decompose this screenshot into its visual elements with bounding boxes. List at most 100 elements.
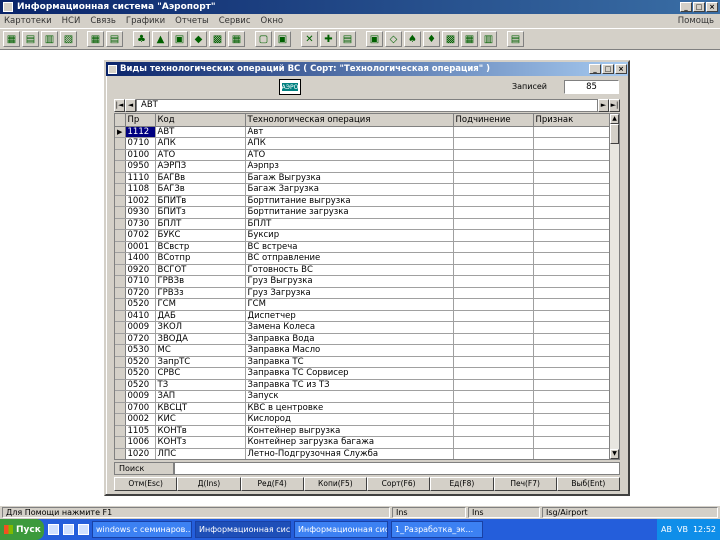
copy-button[interactable]: Копи(F5)	[303, 477, 367, 491]
cell-subordination[interactable]	[453, 310, 534, 322]
tool-1-icon[interactable]: ▦	[3, 31, 20, 47]
table-row[interactable]: 0700ЛИФЛифт	[115, 460, 609, 461]
child-maximize-button[interactable]: □	[602, 64, 614, 74]
cell-pr[interactable]: 1006	[125, 436, 156, 449]
cell-subordination[interactable]	[453, 275, 534, 288]
cell-subordination[interactable]	[453, 195, 534, 207]
cell-flag[interactable]	[533, 218, 610, 230]
cell-code[interactable]: ГРВЗз	[155, 287, 246, 299]
cell-flag[interactable]	[533, 413, 610, 426]
cell-operation[interactable]: Заправка ТС	[245, 356, 454, 368]
start-button[interactable]: Пуск	[0, 519, 44, 540]
cell-flag[interactable]	[533, 172, 610, 184]
tool-3-icon[interactable]: ▥	[41, 31, 58, 47]
menu-item-help[interactable]: Помощь	[678, 16, 714, 26]
cell-subordination[interactable]	[453, 149, 534, 161]
cell-pr[interactable]: 1002	[125, 195, 156, 207]
language-indicator[interactable]: АВ	[661, 525, 672, 534]
cell-pr[interactable]: 0710	[125, 275, 156, 288]
menu-item-reports[interactable]: Отчеты	[175, 16, 209, 26]
cell-operation[interactable]: Заправка ТС из ТЗ	[245, 379, 454, 391]
cell-code[interactable]: БАГВв	[155, 172, 246, 184]
cell-subordination[interactable]	[453, 183, 534, 196]
menu-item-nsi[interactable]: НСИ	[62, 16, 81, 26]
cell-flag[interactable]	[533, 448, 610, 459]
table-row[interactable]: 0920 ВСГОТ Готовность ВС	[115, 264, 610, 276]
table-row[interactable]: 0001 ВСвстр ВС встреча	[115, 241, 610, 253]
cell-flag[interactable]	[533, 137, 610, 150]
cell-subordination[interactable]	[453, 344, 534, 357]
column-header-subordination[interactable]: Подчинение	[453, 114, 534, 127]
table-row[interactable]: 1108 БАГЗв Багаж Загрузка	[115, 183, 610, 196]
cell-subordination[interactable]	[453, 298, 534, 311]
cell-operation[interactable]: Груз Загрузка	[245, 287, 454, 299]
tool-16-icon[interactable]: ✚	[320, 31, 337, 47]
cell-operation[interactable]: Кислород	[245, 413, 454, 426]
cell-operation[interactable]: ВС отправление	[245, 252, 454, 265]
cell-operation[interactable]: Багаж Загрузка	[245, 183, 454, 196]
cell-code[interactable]: ВСГОТ	[155, 264, 246, 276]
cell-pr[interactable]: 0410	[125, 310, 156, 322]
cell-code[interactable]: ВСотпр	[155, 252, 246, 265]
cell-code[interactable]: ДАБ	[155, 310, 246, 322]
cell-operation[interactable]: Замена Колеса	[245, 321, 454, 334]
filter-input[interactable]: АВТ	[136, 99, 598, 112]
cell-subordination[interactable]	[453, 425, 534, 437]
table-row[interactable]: 0730 БПЛТ БПЛТ	[115, 218, 610, 230]
table-row[interactable]: 0930 БПИТз Бортпитание загрузка	[115, 206, 610, 219]
cell-subordination[interactable]	[453, 252, 534, 265]
cell-operation[interactable]: ВС встреча	[245, 241, 454, 253]
cancel-button[interactable]: Отм(Esc)	[114, 477, 178, 491]
table-row[interactable]: 0520 СРВС Заправка ТС Сорвисер	[115, 367, 610, 380]
cell-operation[interactable]: Багаж Выгрузка	[245, 172, 454, 184]
cell-subordination[interactable]	[453, 229, 534, 242]
tool-22-icon[interactable]: ▩	[442, 31, 459, 47]
cell-operation[interactable]: БПЛТ	[245, 218, 454, 230]
cell-operation[interactable]: АТО	[245, 149, 454, 161]
tool-13-icon[interactable]: ▢	[255, 31, 272, 47]
cell-operation[interactable]: Заправка ТС Сорвисер	[245, 367, 454, 380]
cell-subordination[interactable]	[453, 206, 534, 219]
cell-code[interactable]: АПК	[155, 137, 246, 150]
cell-pr[interactable]: 1400	[125, 252, 156, 265]
quicklaunch-explorer-icon[interactable]	[78, 524, 89, 535]
cell-subordination[interactable]	[453, 448, 534, 459]
cell-flag[interactable]	[533, 126, 610, 138]
tool-2-icon[interactable]: ▤	[22, 31, 39, 47]
cell-pr[interactable]: 1105	[125, 425, 156, 437]
cell-code[interactable]: ЛИФ	[155, 460, 245, 461]
table-row[interactable]: 1006 КОНТз Контейнер загрузка багажа	[115, 436, 610, 449]
search-input[interactable]	[174, 462, 620, 475]
cell-flag[interactable]	[533, 195, 610, 207]
table-row[interactable]: 1105 КОНТв Контейнер выгрузка	[115, 425, 610, 437]
cell-pr[interactable]: 1108	[125, 183, 156, 196]
cell-operation[interactable]: Лифт	[245, 460, 453, 461]
cell-subordination[interactable]	[453, 413, 534, 426]
cell-flag[interactable]	[533, 333, 610, 345]
table-row[interactable]: 0710 АПК АПК	[115, 137, 610, 150]
grid-scrollbar[interactable]: ▲ ▼	[609, 114, 619, 459]
cell-subordination[interactable]	[453, 402, 534, 414]
tool-4-icon[interactable]: ▧	[60, 31, 77, 47]
scroll-down-button[interactable]: ▼	[610, 449, 619, 459]
cell-subordination[interactable]	[453, 172, 534, 184]
cell-operation[interactable]: Контейнер выгрузка	[245, 425, 454, 437]
cell-pr[interactable]: 1112	[125, 126, 156, 138]
column-header-pr[interactable]: Пр	[125, 114, 156, 127]
tool-18-icon[interactable]: ▣	[366, 31, 383, 47]
tool-9-icon[interactable]: ▣	[171, 31, 188, 47]
tool-24-icon[interactable]: ▥	[480, 31, 497, 47]
cell-subordination[interactable]	[453, 241, 534, 253]
cell-operation[interactable]: КВС в центровке	[245, 402, 454, 414]
table-row[interactable]: 0002 КИС Кислород	[115, 413, 610, 426]
cell-code[interactable]: БПИТв	[155, 195, 246, 207]
scroll-up-button[interactable]: ▲	[610, 114, 619, 124]
cell-pr[interactable]: 1020	[125, 448, 156, 459]
first-record-button[interactable]: |◄	[114, 99, 125, 112]
menu-item-schedules[interactable]: Графики	[126, 16, 165, 26]
tray-label[interactable]: VB	[677, 525, 688, 534]
tool-14-icon[interactable]: ▣	[274, 31, 291, 47]
cell-operation[interactable]: Бортпитание выгрузка	[245, 195, 454, 207]
cell-flag[interactable]	[533, 149, 610, 161]
cell-pr[interactable]: 0730	[125, 218, 156, 230]
